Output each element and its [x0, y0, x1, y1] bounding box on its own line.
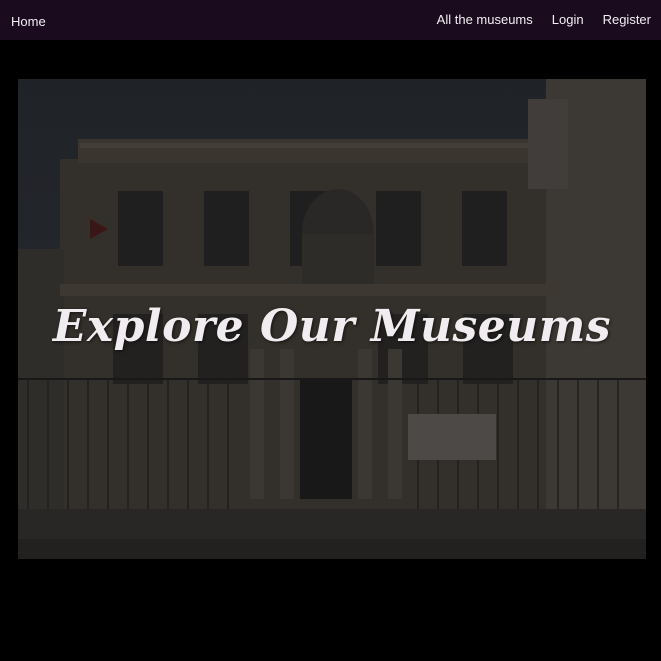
nav-home-link[interactable]: Home — [11, 14, 46, 29]
nav-links: All the museums Login Register — [437, 12, 651, 27]
hero-banner: Explore Our Museums — [18, 79, 646, 559]
top-navbar: Home All the museums Login Register — [0, 0, 661, 40]
nav-all-museums-link[interactable]: All the museums — [437, 12, 533, 27]
hero-title: Explore Our Museums — [52, 301, 612, 352]
nav-register-link[interactable]: Register — [603, 12, 651, 27]
nav-login-link[interactable]: Login — [552, 12, 584, 27]
